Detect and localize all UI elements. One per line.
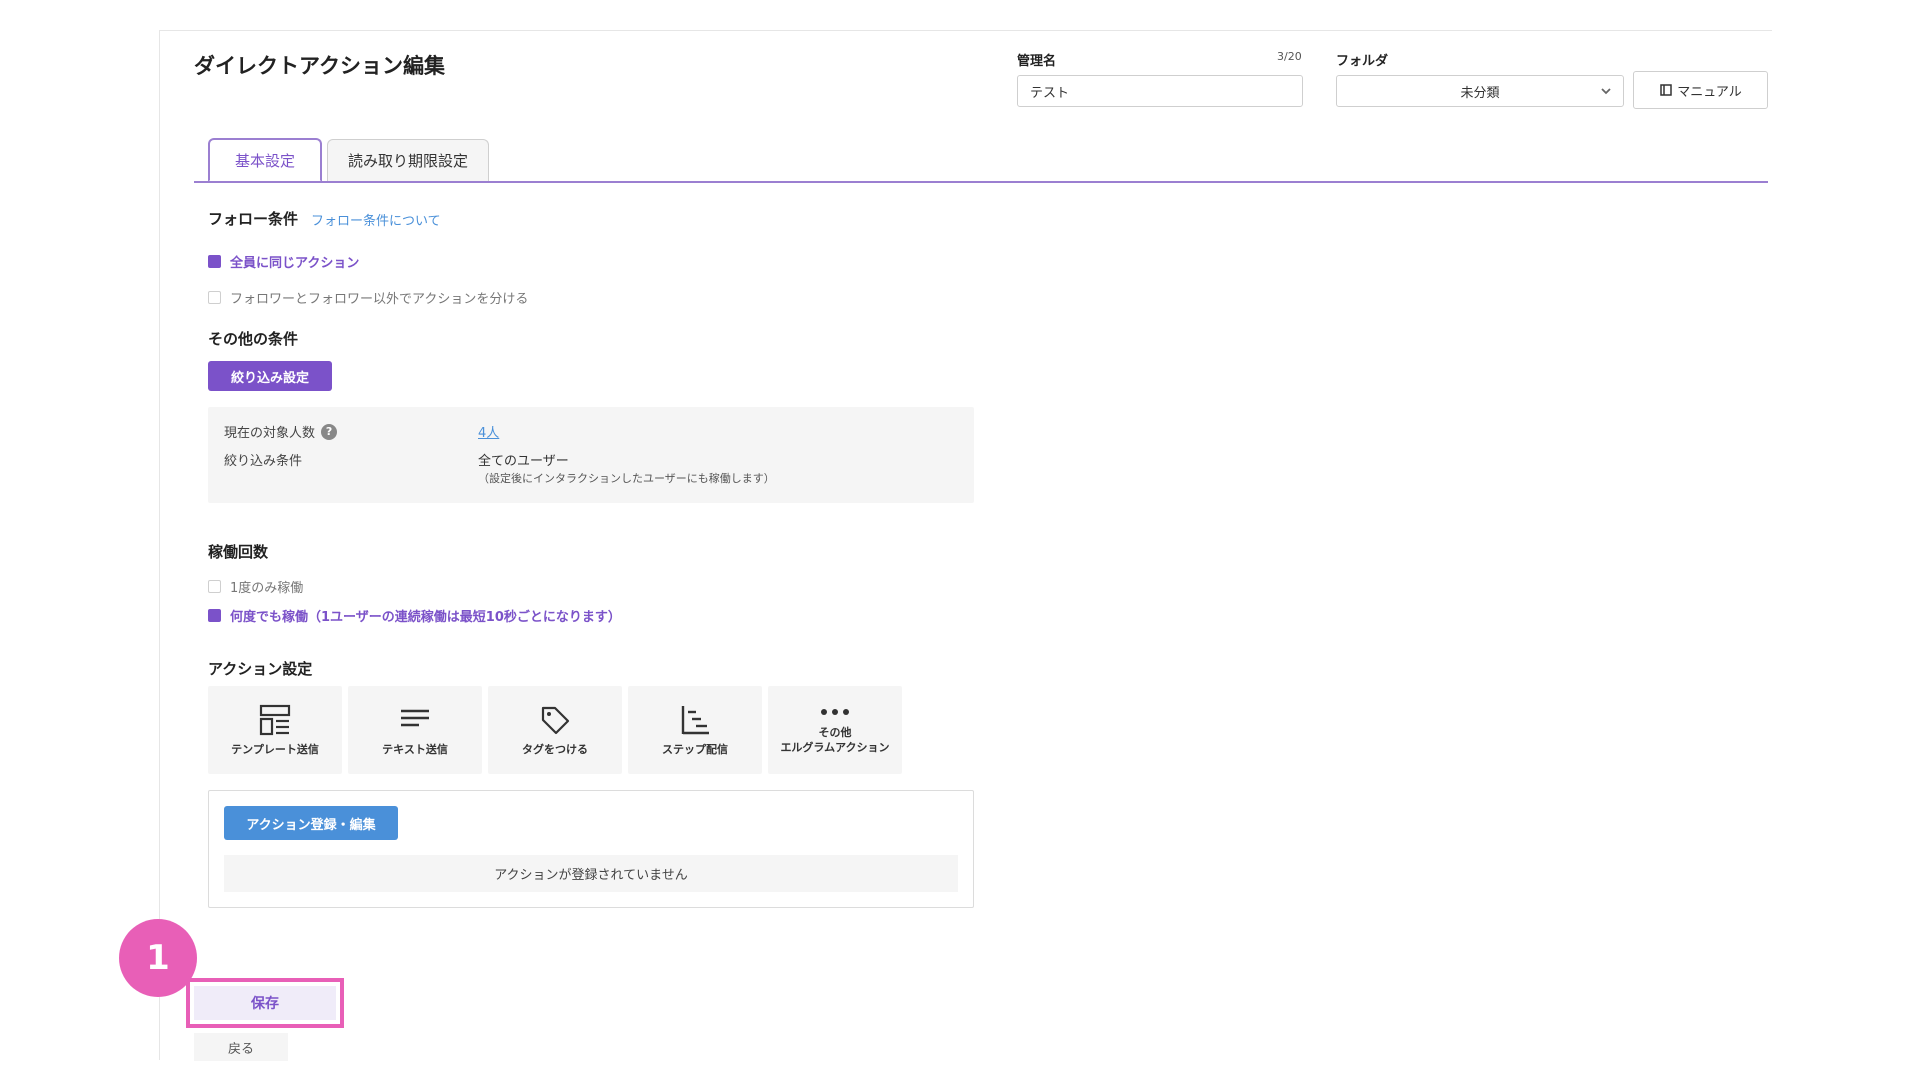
option-run-unlimited[interactable]: 何度でも稼働（1ユーザーの連続稼働は最短10秒ごとになります） (208, 606, 621, 625)
more-dots-icon (821, 709, 849, 715)
run-count-title: 稼働回数 (208, 543, 269, 561)
checkbox-unchecked[interactable] (208, 291, 221, 304)
option-label: フォロワーとフォロワー以外でアクションを分ける (230, 292, 529, 307)
tile-label: ステップ配信 (662, 742, 728, 756)
filter-info-box: 現在の対象人数 ? 4人 絞り込み条件 全てのユーザー （設定後にインタラクショ… (208, 407, 974, 503)
empty-action-message: アクションが登録されていません (224, 855, 958, 892)
name-input[interactable]: テスト (1017, 75, 1303, 107)
tile-label: その他 エルグラムアクション (780, 725, 889, 755)
option-split-follower[interactable]: フォロワーとフォロワー以外でアクションを分ける (208, 288, 528, 307)
step-icon (681, 705, 709, 734)
action-list-panel: アクション登録・編集 アクションが登録されていません (208, 790, 974, 908)
editor-panel: ダイレクトアクション編集 管理名 3/20 テスト フォルダ 未分類 マニュアル… (159, 30, 1772, 1061)
tile-label: テキスト送信 (382, 742, 448, 756)
tab-read-deadline[interactable]: 読み取り期限設定 (327, 139, 489, 181)
target-count-link[interactable]: 4人 (478, 422, 499, 441)
tile-label: タグをつける (522, 742, 588, 756)
option-run-once[interactable]: 1度のみ稼働 (208, 577, 303, 596)
target-count-label-text: 現在の対象人数 (224, 426, 316, 441)
tabs-divider (194, 181, 1768, 183)
checkbox-checked[interactable] (208, 255, 221, 268)
filter-condition-label: 絞り込み条件 (224, 454, 303, 469)
save-button[interactable]: 保存 (194, 986, 336, 1020)
tile-step-delivery[interactable]: ステップ配信 (628, 686, 762, 774)
register-action-button[interactable]: アクション登録・編集 (224, 806, 398, 840)
tile-other-actions[interactable]: その他 エルグラムアクション (768, 686, 902, 774)
manual-button[interactable]: マニュアル (1633, 71, 1768, 109)
step-number-badge: 1 (119, 919, 197, 997)
manual-button-label: マニュアル (1677, 84, 1742, 100)
text-lines-icon (401, 709, 429, 726)
action-settings-title: アクション設定 (208, 660, 313, 678)
tile-add-tag[interactable]: タグをつける (488, 686, 622, 774)
folder-select-value: 未分類 (1460, 85, 1500, 101)
folder-select[interactable]: 未分類 (1336, 75, 1624, 107)
chevron-down-icon (1601, 88, 1611, 95)
tile-template-send[interactable]: テンプレート送信 (208, 686, 342, 774)
help-icon[interactable]: ? (321, 423, 338, 440)
filter-settings-button[interactable]: 絞り込み設定 (208, 361, 332, 391)
checkbox-unchecked[interactable] (208, 580, 221, 593)
follow-condition-help-link[interactable]: フォロー条件について (311, 210, 441, 229)
tile-text-send[interactable]: テキスト送信 (348, 686, 482, 774)
option-same-action[interactable]: 全員に同じアクション (208, 252, 359, 271)
tile-label-line1: その他 (818, 726, 852, 739)
tile-label-line2: エルグラムアクション (780, 741, 890, 754)
save-highlight: 保存 (186, 978, 344, 1028)
book-icon (1660, 84, 1672, 96)
option-label: 1度のみ稼働 (230, 581, 304, 596)
checkbox-checked[interactable] (208, 609, 221, 622)
tab-basic-settings[interactable]: 基本設定 (208, 138, 322, 182)
name-counter: 3/20 (1277, 50, 1302, 63)
filter-condition-value: 全てのユーザー (478, 454, 569, 469)
page-title: ダイレクトアクション編集 (194, 54, 445, 78)
option-label: 何度でも稼働（1ユーザーの連続稼働は最短10秒ごとになります） (230, 610, 621, 625)
tile-label: テンプレート送信 (231, 742, 319, 756)
follow-condition-title: フォロー条件 (208, 210, 299, 228)
tag-icon (541, 706, 570, 734)
filter-condition-note: （設定後にインタラクションしたユーザーにも稼働します） (478, 472, 775, 485)
other-conditions-title: その他の条件 (208, 330, 299, 348)
option-label: 全員に同じアクション (230, 256, 360, 271)
template-icon (259, 704, 291, 735)
back-button[interactable]: 戻る (194, 1033, 288, 1061)
target-count-label: 現在の対象人数 ? (224, 422, 338, 441)
folder-label: フォルダ (1336, 54, 1389, 69)
name-label: 管理名 (1017, 54, 1057, 69)
